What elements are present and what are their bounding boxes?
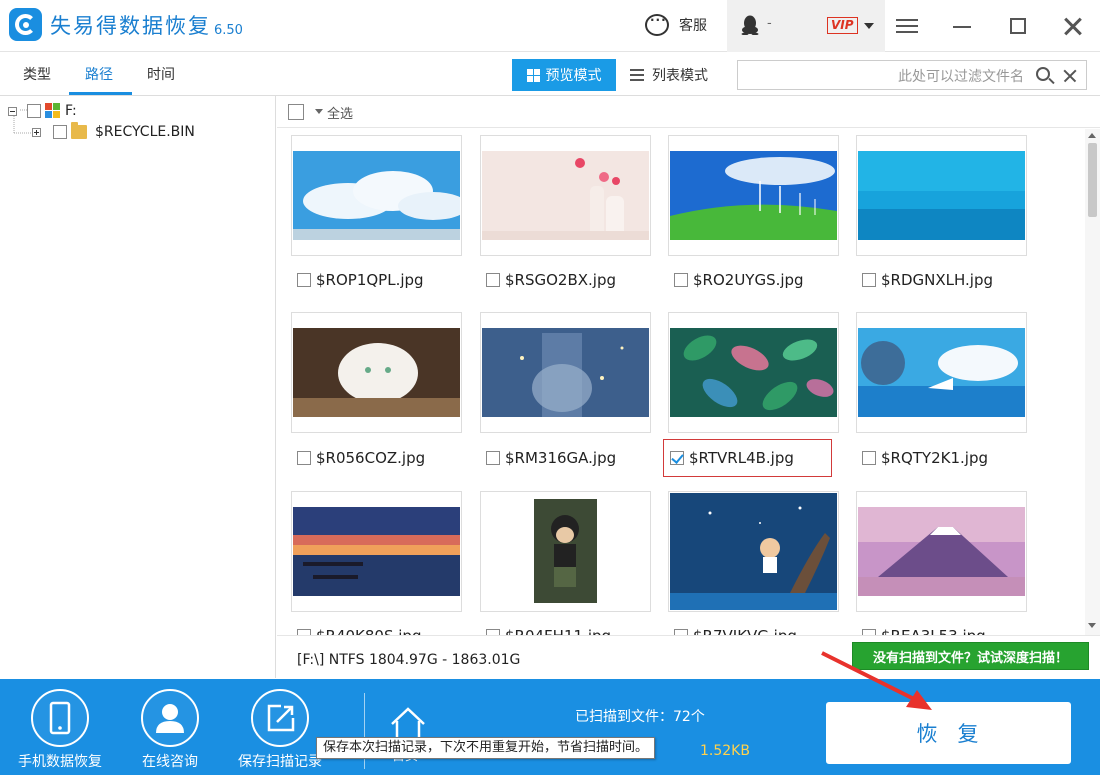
file-name-item[interactable]: $R7VIKVG.jpg xyxy=(668,617,839,635)
folder-label: $RECYCLE.BIN xyxy=(95,124,195,140)
bottom-bar: 手机数据恢复 在线咨询 保存扫描记录 首页 xyxy=(0,679,1100,775)
scroll-up-arrow-icon[interactable] xyxy=(1088,133,1096,138)
file-thumbnail[interactable] xyxy=(856,491,1027,612)
file-thumbnail[interactable] xyxy=(856,135,1027,256)
close-button[interactable] xyxy=(1058,12,1086,40)
volume-info: [F:\] NTFS 1804.97G - 1863.01G xyxy=(297,652,521,668)
filter-box xyxy=(737,60,1087,90)
file-thumbnail[interactable] xyxy=(668,135,839,256)
file-name-item[interactable]: $R056COZ.jpg xyxy=(291,439,462,477)
tab-path[interactable]: 路径 xyxy=(85,64,113,84)
scrollbar-thumb[interactable] xyxy=(1088,143,1097,217)
scanned-size: 1.52KB xyxy=(700,743,750,759)
file-checkbox[interactable] xyxy=(486,273,500,287)
phone-icon xyxy=(31,689,89,747)
expand-icon[interactable] xyxy=(32,127,41,137)
chevron-down-icon[interactable] xyxy=(315,109,323,114)
file-name-item[interactable]: $RSGO2BX.jpg xyxy=(480,261,651,299)
select-all-label: 全选 xyxy=(327,107,354,122)
tooltip: 保存本次扫描记录，下次不用重复开始，节省扫描时间。 xyxy=(316,737,656,759)
content-header: 全选 xyxy=(277,96,1100,128)
toolbar: 类型 路径 时间 预览模式 列表模式 xyxy=(0,52,1100,96)
customer-service-button[interactable]: 客服 xyxy=(645,13,707,36)
file-name-item-selected[interactable]: $RTVRL4B.jpg xyxy=(663,439,832,477)
scanned-files-count: 已扫描到文件：72个 xyxy=(575,709,705,725)
minimize-button[interactable] xyxy=(948,12,976,40)
filter-input[interactable] xyxy=(744,66,1024,86)
qq-penguin-icon xyxy=(741,15,759,35)
folder-tree: F: $RECYCLE.BIN xyxy=(0,96,276,678)
app-version: 6.50 xyxy=(214,23,243,38)
file-checkbox[interactable] xyxy=(297,273,311,287)
search-icon[interactable] xyxy=(1036,67,1050,81)
tab-type[interactable]: 类型 xyxy=(23,64,51,84)
tree-item-recycle-bin[interactable]: $RECYCLE.BIN xyxy=(32,122,195,140)
tab-time[interactable]: 时间 xyxy=(147,64,175,84)
clear-icon[interactable] xyxy=(1062,68,1078,84)
file-thumbnail[interactable] xyxy=(668,312,839,433)
file-thumbnail[interactable] xyxy=(480,491,651,612)
file-name-item[interactable]: $REA3L53.jpg xyxy=(856,617,1027,635)
file-name-item[interactable]: $RQTY2K1.jpg xyxy=(856,439,1027,477)
file-name-item[interactable]: $R04FH11.jpg xyxy=(480,617,651,635)
drive-label: F: xyxy=(65,103,77,119)
folder-checkbox[interactable] xyxy=(53,125,67,139)
file-thumbnail[interactable] xyxy=(480,312,651,433)
list-view-icon xyxy=(630,69,644,81)
file-name-item[interactable]: $RO2UYGS.jpg xyxy=(668,261,839,299)
grid-view-icon xyxy=(526,68,540,82)
mobile-recovery-label: 手机数据恢复 xyxy=(18,754,102,770)
drive-icon xyxy=(45,103,61,119)
collapse-icon[interactable] xyxy=(8,106,17,116)
app-name: 失易得数据恢复 xyxy=(50,14,211,38)
recover-button[interactable]: 恢复 xyxy=(826,702,1071,764)
user-account-area[interactable]: - VIP xyxy=(727,0,885,52)
export-icon xyxy=(251,689,309,747)
scroll-down-arrow-icon[interactable] xyxy=(1088,623,1096,628)
user-name: - xyxy=(767,16,772,31)
file-name-item[interactable]: $R40K80S.jpg xyxy=(291,617,462,635)
file-checkbox[interactable] xyxy=(862,273,876,287)
vip-badge[interactable]: VIP xyxy=(827,17,858,34)
file-thumbnail[interactable] xyxy=(668,491,839,612)
preview-mode-label: 预览模式 xyxy=(545,68,602,84)
menu-button[interactable] xyxy=(894,12,922,40)
file-thumbnail[interactable] xyxy=(291,312,462,433)
vertical-scrollbar[interactable] xyxy=(1085,129,1100,635)
mobile-recovery-button[interactable]: 手机数据恢复 xyxy=(8,689,112,771)
file-thumbnail[interactable] xyxy=(480,135,651,256)
file-thumbnail[interactable] xyxy=(291,491,462,612)
file-name-item[interactable]: $RDGNXLH.jpg xyxy=(856,261,1027,299)
file-checkbox[interactable] xyxy=(862,451,876,465)
customer-service-label: 客服 xyxy=(679,18,707,34)
file-thumbnail[interactable] xyxy=(291,135,462,256)
chat-bubble-icon xyxy=(645,13,669,36)
app-window: 失易得数据恢复 6.50 客服 - VIP 类型 路径 时间 xyxy=(0,0,1100,775)
chevron-down-icon[interactable] xyxy=(864,23,874,29)
file-name-item[interactable]: $ROP1QPL.jpg xyxy=(291,261,462,299)
online-consult-button[interactable]: 在线咨询 xyxy=(118,689,222,771)
tree-item-drive[interactable]: F: xyxy=(8,103,77,119)
user-support-icon xyxy=(141,689,199,747)
maximize-button[interactable] xyxy=(1004,12,1032,40)
file-checkbox[interactable] xyxy=(297,451,311,465)
file-grid: $ROP1QPL.jpg $RSGO2BX.jpg $RO2UYGS.jpg $… xyxy=(277,129,1085,635)
file-thumbnail[interactable] xyxy=(856,312,1027,433)
app-logo-icon xyxy=(9,8,42,41)
preview-mode-button[interactable]: 预览模式 xyxy=(512,59,616,91)
drive-checkbox[interactable] xyxy=(27,104,41,118)
file-checkbox[interactable] xyxy=(486,451,500,465)
folder-icon xyxy=(71,122,87,139)
file-checkbox[interactable] xyxy=(674,273,688,287)
title-bar: 失易得数据恢复 6.50 客服 - VIP xyxy=(0,0,1100,52)
status-bar: [F:\] NTFS 1804.97G - 1863.01G 没有扫描到文件？试… xyxy=(277,635,1100,679)
list-mode-button[interactable]: 列表模式 xyxy=(630,59,730,91)
active-tab-indicator xyxy=(69,92,132,95)
deep-scan-button[interactable]: 没有扫描到文件？试试深度扫描！ xyxy=(852,642,1089,670)
file-checkbox-checked[interactable] xyxy=(670,451,684,465)
file-name-item[interactable]: $RM316GA.jpg xyxy=(480,439,651,477)
list-mode-label: 列表模式 xyxy=(652,68,708,84)
select-all-checkbox[interactable] xyxy=(288,104,304,120)
online-consult-label: 在线咨询 xyxy=(142,754,198,770)
